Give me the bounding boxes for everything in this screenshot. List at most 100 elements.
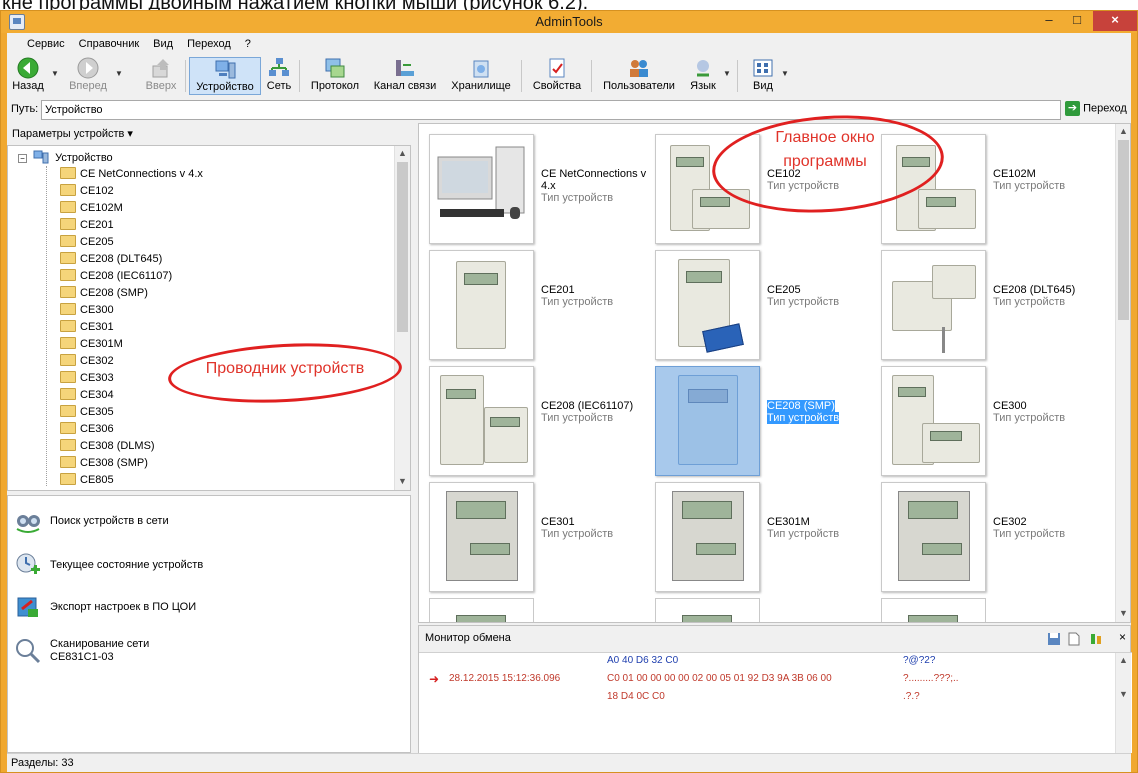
scroll-up-icon[interactable]: ▲ — [395, 148, 410, 158]
tree-item[interactable]: CE301 — [60, 319, 114, 335]
status-bar: Разделы: 33 — [7, 753, 1131, 772]
tree-item[interactable]: CE201 — [60, 217, 114, 233]
tree-item[interactable]: CE NetConnections v 4.x — [60, 166, 203, 182]
back-button[interactable]: Назад — [9, 57, 47, 95]
task-current-state[interactable]: Текущее состояние устройств — [14, 548, 203, 582]
outgoing-arrow-icon: ➜ — [429, 672, 440, 686]
device-tile[interactable]: CE301 Тип устройств — [429, 482, 654, 600]
tree-item[interactable]: CE300 — [60, 302, 114, 318]
menu-service[interactable]: Сервис — [27, 38, 65, 50]
channel-button[interactable]: Канал связи — [367, 57, 443, 95]
device-thumbnail — [655, 250, 760, 360]
view-dropdown-icon[interactable]: ▼ — [781, 69, 789, 78]
scroll-down-icon[interactable]: ▼ — [395, 476, 410, 486]
task-scan-network[interactable]: Сканирование сети CE831C1-03 — [14, 634, 149, 668]
device-tile[interactable]: CE300 Тип устройств — [881, 366, 1106, 484]
protocol-button[interactable]: Протокол — [305, 57, 365, 95]
device-tile[interactable]: CE201 Тип устройств — [429, 250, 654, 368]
forward-button[interactable]: Вперед — [63, 57, 113, 95]
task-search-devices[interactable]: Поиск устройств в сети — [14, 504, 169, 538]
tree-item[interactable]: CE308 (SMP) — [60, 455, 148, 471]
log-ascii-line: ?@?2? — [903, 655, 936, 666]
grid-scroll-thumb[interactable] — [1118, 140, 1129, 320]
folder-icon — [60, 439, 76, 451]
maximize-button[interactable]: □ — [1063, 11, 1091, 31]
path-input[interactable]: Устройство — [41, 100, 1061, 120]
device-tile[interactable]: CE301M Тип устройств — [655, 482, 880, 600]
monitor-log: A0 40 D6 32 C0 ?@?2? ➜ 28.12.2015 15:12:… — [419, 652, 1132, 753]
device-tile[interactable]: CE302 Тип устройств — [881, 482, 1106, 600]
go-arrow-icon: ➔ — [1065, 101, 1080, 116]
network-button[interactable]: Сеть — [263, 57, 295, 95]
storage-button[interactable]: Хранилище — [445, 57, 517, 95]
properties-button[interactable]: Свойства — [527, 57, 587, 95]
network-icon — [269, 58, 289, 76]
up-button[interactable]: Вверх — [141, 57, 181, 95]
scroll-up-icon[interactable]: ▲ — [1116, 655, 1131, 665]
device-thumbnail — [429, 250, 534, 360]
menu-help[interactable]: ? — [245, 38, 251, 50]
menu-reference[interactable]: Справочник — [79, 38, 140, 50]
collapse-icon[interactable]: − — [18, 154, 27, 163]
device-tile[interactable]: CE208 (DLT645) Тип устройств — [881, 250, 1106, 368]
tree-item[interactable]: CE102M — [60, 200, 123, 216]
tree-item[interactable]: CE308 (DLMS) — [60, 438, 155, 454]
device-tile[interactable]: CE208 (IEC61107) Тип устройств — [429, 366, 654, 484]
task-export-settings[interactable]: Экспорт настроек в ПО ЦОИ — [14, 590, 196, 624]
tree-item[interactable]: CE208 (DLT645) — [60, 251, 162, 267]
monitor-scrollbar[interactable]: ▲ ▼ — [1115, 653, 1131, 753]
device-tile[interactable]: CE205 Тип устройств — [655, 250, 880, 368]
annotation-device-explorer: Проводник устройств — [205, 360, 365, 377]
grid-scrollbar[interactable]: ▲ ▼ — [1115, 124, 1130, 622]
tree-item[interactable]: CE302 — [60, 353, 114, 369]
device-tile-selected[interactable]: CE208 (SMP) Тип устройств — [655, 366, 880, 484]
tree-item[interactable]: CE301M — [60, 336, 123, 352]
save-icon[interactable] — [1047, 632, 1061, 646]
device-tile[interactable]: CE NetConnections v 4.x Тип устройств — [429, 134, 654, 252]
device-status-icon — [16, 553, 40, 574]
new-page-icon[interactable] — [1067, 632, 1081, 646]
menu-view[interactable]: Вид — [153, 38, 173, 50]
tree-item[interactable]: CE304 — [60, 387, 114, 403]
tree-item[interactable]: CE102 — [60, 183, 114, 199]
scroll-down-icon[interactable]: ▼ — [1116, 689, 1131, 699]
network-devices-icon — [33, 150, 49, 164]
scroll-down-icon[interactable]: ▼ — [1116, 608, 1130, 618]
path-bar: Путь: Устройство ➔ Переход — [7, 99, 1131, 121]
users-button[interactable]: Пользователи — [597, 57, 681, 95]
device-tile-partial[interactable] — [881, 598, 986, 622]
minimize-button[interactable]: – — [1035, 11, 1063, 31]
tree-item[interactable]: CE208 (SMP) — [60, 285, 148, 301]
menu-bar: Сервис Справочник Вид Переход ? — [7, 33, 1131, 55]
log-ascii-line: ?.........???;.. — [903, 673, 959, 684]
close-button[interactable]: × — [1093, 11, 1137, 31]
device-thumbnail — [881, 366, 986, 476]
tree-item[interactable]: CE805 — [60, 472, 114, 488]
language-dropdown-icon[interactable]: ▼ — [723, 69, 731, 78]
device-tile-partial[interactable] — [655, 598, 760, 622]
device-tile-partial[interactable] — [429, 598, 534, 622]
tree-item[interactable]: CE208 (IEC61107) — [60, 268, 172, 284]
tree-item[interactable]: CE305 — [60, 404, 114, 420]
view-button[interactable]: Вид — [743, 57, 783, 95]
device-params-dropdown[interactable]: Параметры устройств ▾ — [7, 123, 411, 145]
language-button[interactable]: Язык — [683, 57, 723, 95]
log-timestamp: 28.12.2015 15:12:36.096 — [449, 673, 561, 684]
back-dropdown-icon[interactable]: ▼ — [51, 69, 59, 78]
menu-navigate[interactable]: Переход — [187, 38, 231, 50]
tree-root-device[interactable]: − Устройство — [18, 150, 113, 166]
tree-scroll-thumb[interactable] — [397, 162, 408, 332]
tree-item[interactable]: CE306 — [60, 421, 114, 437]
tree-scrollbar[interactable]: ▲ ▼ — [394, 146, 410, 490]
forward-dropdown-icon[interactable]: ▼ — [115, 69, 123, 78]
settings-icon[interactable] — [1089, 632, 1103, 646]
log-hex-line: C0 01 00 00 00 00 02 00 05 01 92 D3 9A 3… — [607, 673, 832, 684]
go-button[interactable]: ➔ Переход — [1065, 101, 1131, 119]
monitor-title: Монитор обмена — [425, 632, 511, 644]
folder-icon — [60, 388, 76, 400]
monitor-close-button[interactable]: × — [1119, 630, 1126, 644]
device-button[interactable]: Устройство — [189, 57, 261, 95]
tree-item[interactable]: CE303 — [60, 370, 114, 386]
tree-item[interactable]: CE205 — [60, 234, 114, 250]
scroll-up-icon[interactable]: ▲ — [1116, 126, 1130, 136]
